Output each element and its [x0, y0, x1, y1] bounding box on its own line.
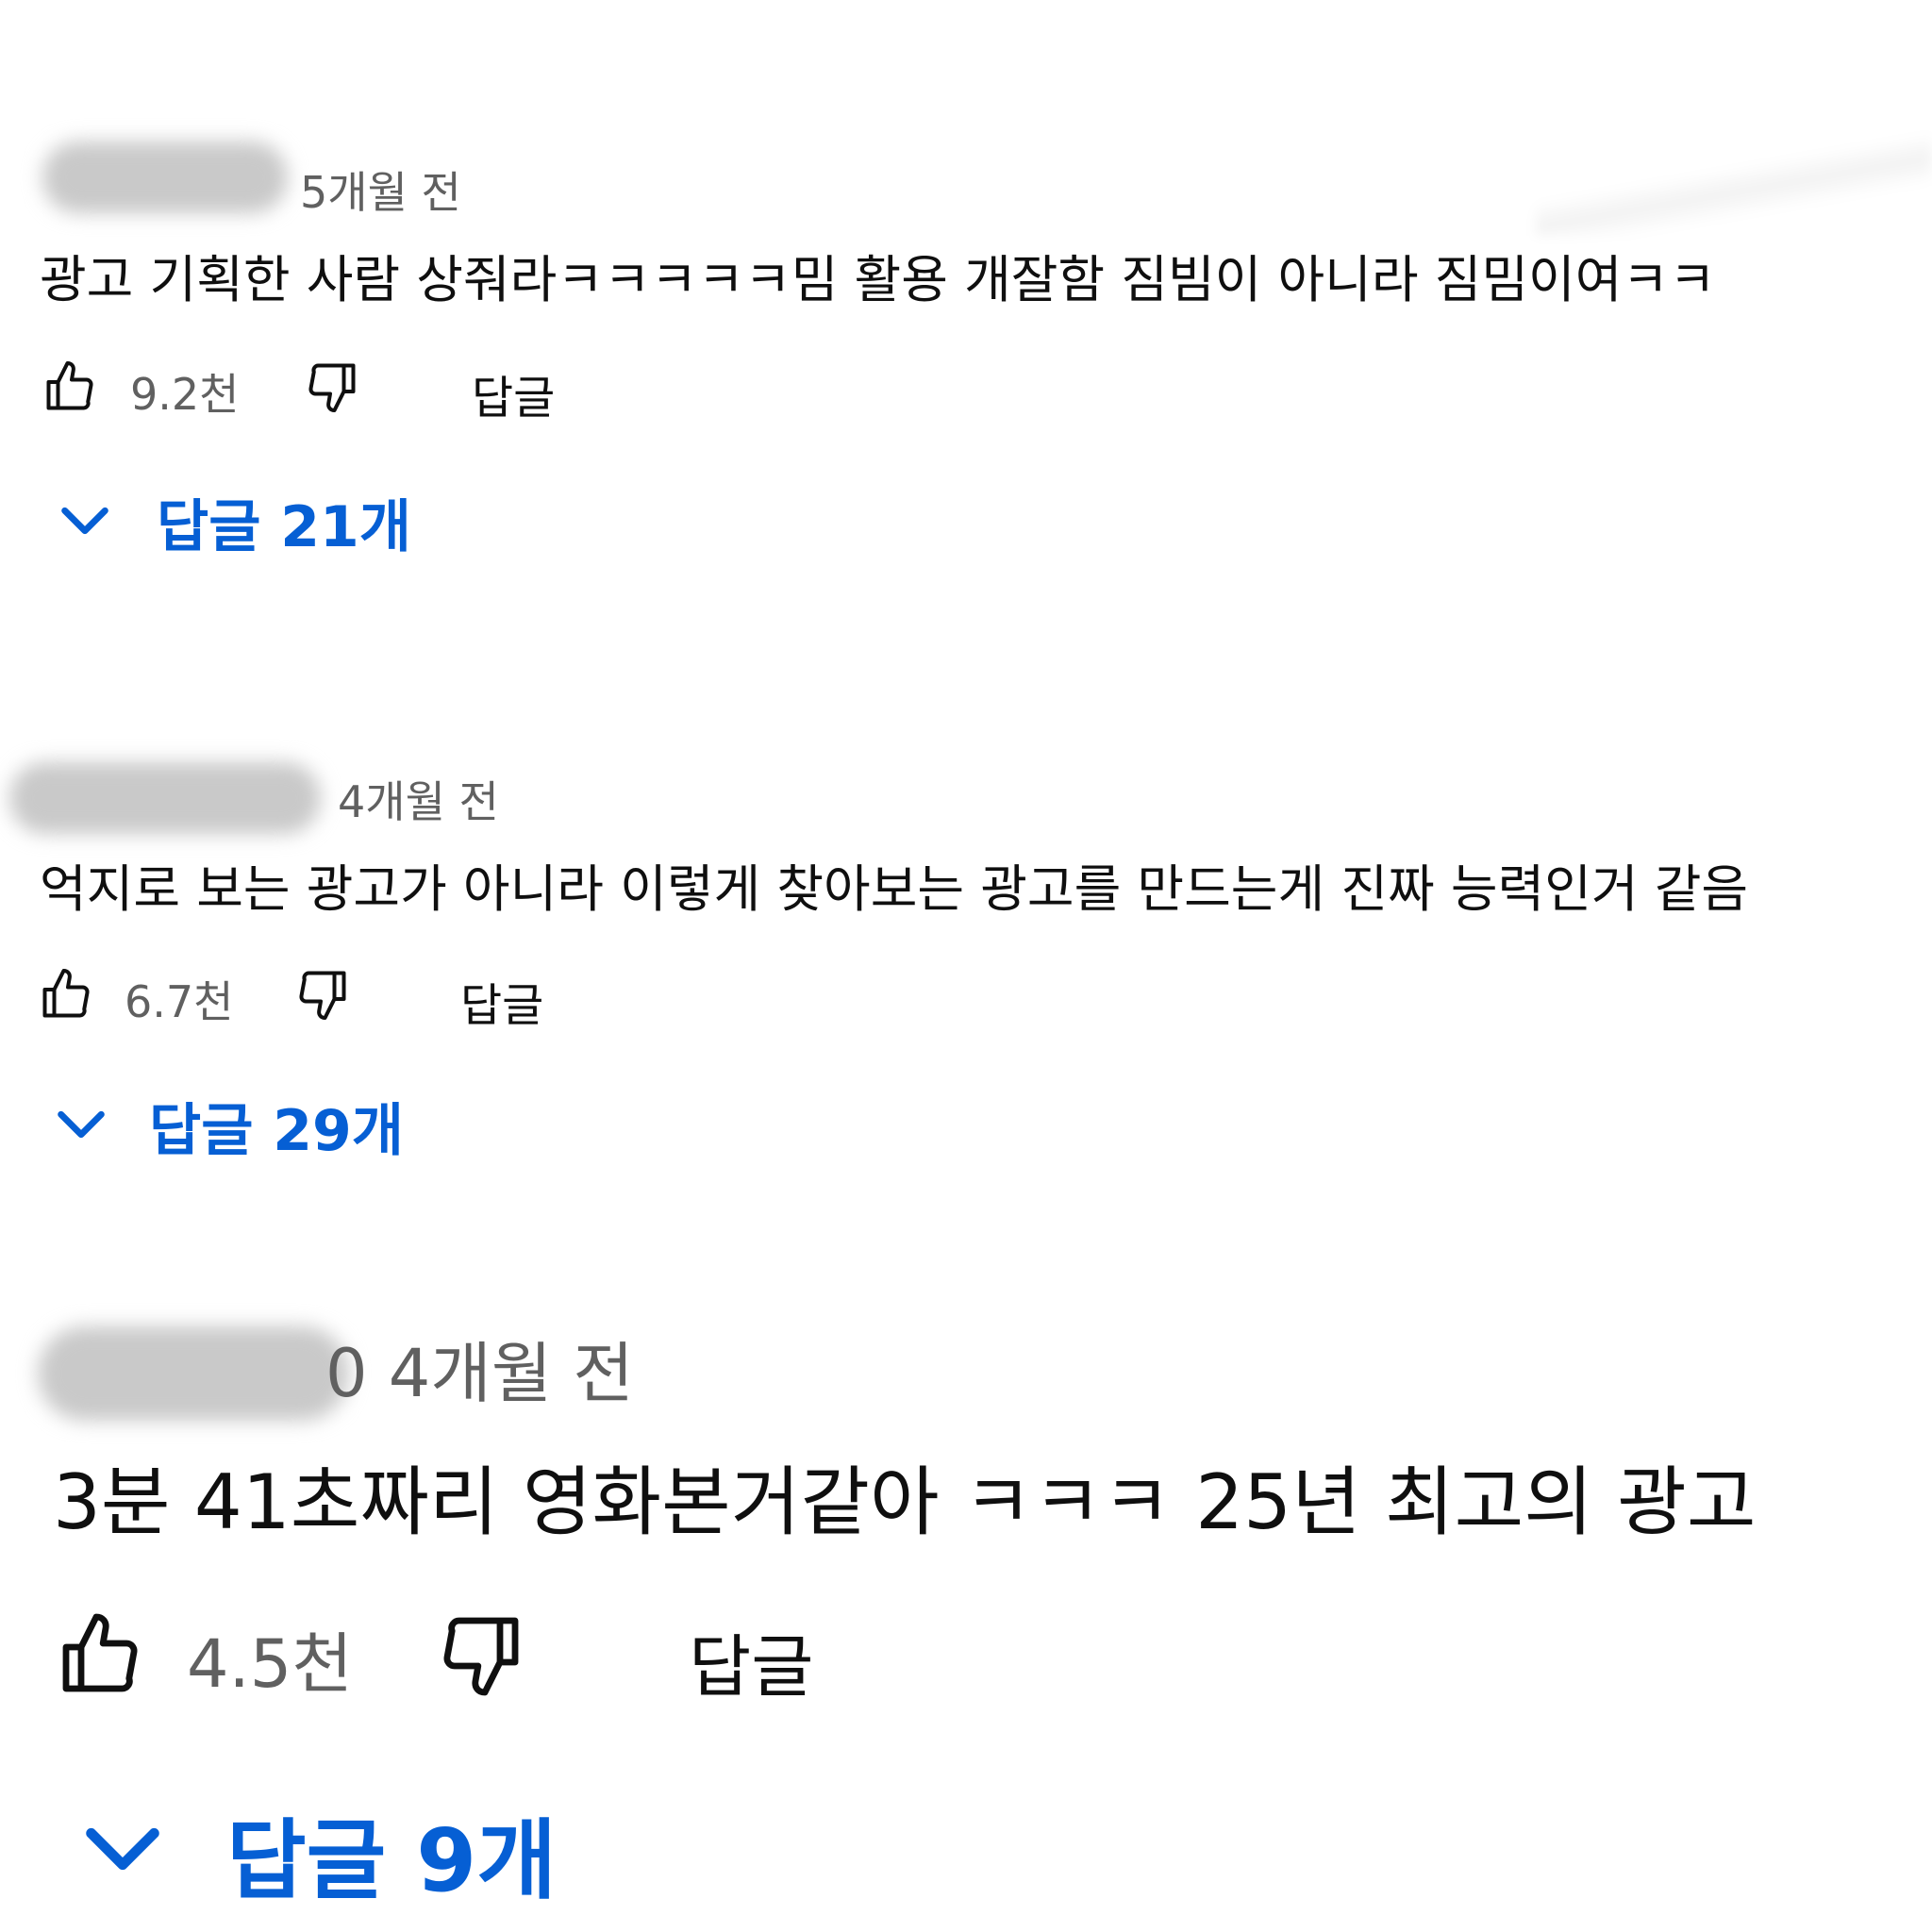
reply-button[interactable]: 답글: [689, 1611, 813, 1710]
show-replies-chevron[interactable]: [75, 1802, 170, 1896]
author-name-blurred: [38, 1326, 349, 1421]
thumbs-down-icon: [443, 1617, 519, 1696]
chevron-down-icon: [86, 1827, 159, 1871]
like-count: 4.5천: [187, 1625, 353, 1703]
comment-thread: 0 4개월 전 3분 41초짜리 영화본거같아 ㅋㅋㅋ 25년 최고의 광고 4…: [0, 0, 1932, 1932]
comment-text: 3분 41초짜리 영화본거같아 ㅋㅋㅋ 25년 최고의 광고: [53, 1458, 1757, 1546]
comment-timestamp: 0 4개월 전: [325, 1335, 634, 1412]
like-button[interactable]: [55, 1609, 145, 1700]
show-replies-button[interactable]: 답글 9개: [226, 1790, 557, 1916]
dislike-button[interactable]: [436, 1609, 526, 1700]
thumbs-up-icon: [62, 1613, 138, 1692]
